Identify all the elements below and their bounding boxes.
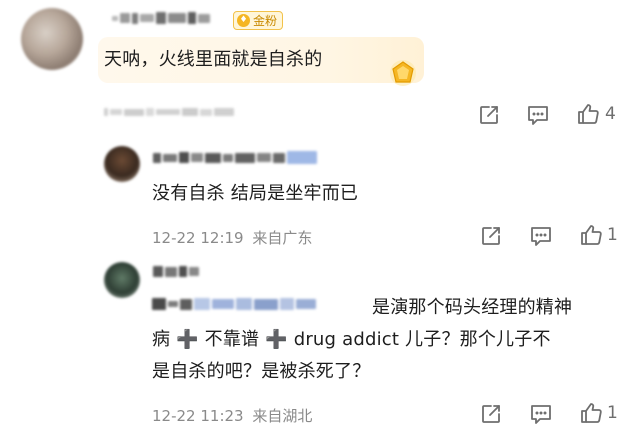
username[interactable] <box>153 266 199 277</box>
comment-meta: 12-22 12:19 来自广东 <box>152 227 312 248</box>
username[interactable] <box>112 12 210 24</box>
comment-location: 来自广东 <box>252 229 313 247</box>
share-icon <box>480 106 498 124</box>
comment-location: 来自湖北 <box>252 407 313 425</box>
like-count: 4 <box>605 104 616 124</box>
comment-text-line1: 是演那个码头经理的精神 <box>372 297 573 318</box>
comment-text-line3: 是自杀的吧？是被杀死了？ <box>152 361 371 382</box>
share-icon <box>482 405 500 423</box>
like-icon <box>578 104 599 124</box>
comment-button[interactable] <box>527 105 549 126</box>
like-count: 1 <box>607 403 618 423</box>
like-button[interactable] <box>579 223 603 247</box>
gold-gem-icon <box>390 60 416 86</box>
like-button[interactable] <box>576 102 600 126</box>
username[interactable] <box>153 151 317 164</box>
comment-time: 12-22 11:23 <box>152 407 244 425</box>
like-count: 1 <box>607 225 618 245</box>
comment-icon <box>528 106 548 125</box>
comment-meta: 12-22 11:23 来自湖北 <box>152 405 312 426</box>
share-button[interactable] <box>478 104 500 126</box>
comment-text: 没有自杀 结局是坐牢而已 <box>152 183 359 204</box>
avatar[interactable] <box>104 146 140 182</box>
meta-blurred <box>104 108 234 116</box>
comment-icon <box>531 227 551 246</box>
comment-text: 天呐，火线里面就是自杀的 <box>104 49 323 70</box>
avatar[interactable] <box>21 8 83 70</box>
badge-icon: ♦ <box>237 14 250 27</box>
share-button[interactable] <box>480 225 502 247</box>
comment-text-line2: 病 ➕ 不靠谱 ➕ drug addict 儿子？那个儿子不 <box>152 329 551 350</box>
comment-button[interactable] <box>530 404 552 425</box>
comment-time: 12-22 12:19 <box>152 229 244 247</box>
share-icon <box>482 227 500 245</box>
share-button[interactable] <box>480 403 502 425</box>
reply-target-blurred <box>152 298 316 310</box>
comment-button[interactable] <box>530 226 552 247</box>
comment-icon <box>531 405 551 424</box>
avatar[interactable] <box>104 262 140 298</box>
fan-badge: ♦ 金粉 <box>233 11 284 30</box>
like-button[interactable] <box>579 401 603 425</box>
like-icon <box>581 225 602 245</box>
like-icon <box>581 403 602 423</box>
badge-label: 金粉 <box>253 14 278 28</box>
